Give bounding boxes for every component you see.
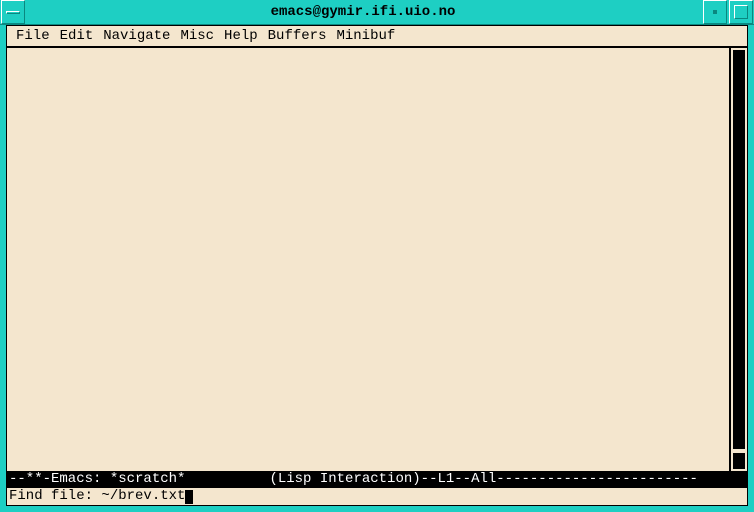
menu-edit[interactable]: Edit xyxy=(55,26,99,46)
menu-minibuf[interactable]: Minibuf xyxy=(331,26,400,46)
menubar: File Edit Navigate Misc Help Buffers Min… xyxy=(7,26,747,48)
emacs-frame: File Edit Navigate Misc Help Buffers Min… xyxy=(6,25,748,506)
menu-navigate[interactable]: Navigate xyxy=(98,26,175,46)
minibuffer-input: ~/brev.txt xyxy=(101,488,185,505)
mode-line: --**-Emacs: *scratch* (Lisp Interaction)… xyxy=(7,471,747,488)
minimize-button[interactable] xyxy=(703,0,727,24)
editor-area xyxy=(7,48,747,471)
maximize-button[interactable] xyxy=(729,0,753,24)
menu-misc[interactable]: Misc xyxy=(175,26,219,46)
window-titlebar: emacs@gymir.ifi.uio.no xyxy=(0,0,754,25)
minibuffer-prompt: Find file: xyxy=(9,488,101,505)
menu-help[interactable]: Help xyxy=(219,26,263,46)
scrollbar-thumb[interactable] xyxy=(733,50,745,449)
menu-buffers[interactable]: Buffers xyxy=(263,26,332,46)
scrollbar-down-button[interactable] xyxy=(733,453,745,469)
buffer-text-area[interactable] xyxy=(7,48,729,471)
window-title: emacs@gymir.ifi.uio.no xyxy=(25,4,701,20)
menu-file[interactable]: File xyxy=(11,26,55,46)
minibuffer[interactable]: Find file: ~/brev.txt xyxy=(7,488,747,505)
scrollbar[interactable] xyxy=(729,48,747,471)
window-menu-button[interactable] xyxy=(1,0,25,24)
text-cursor xyxy=(185,490,193,504)
